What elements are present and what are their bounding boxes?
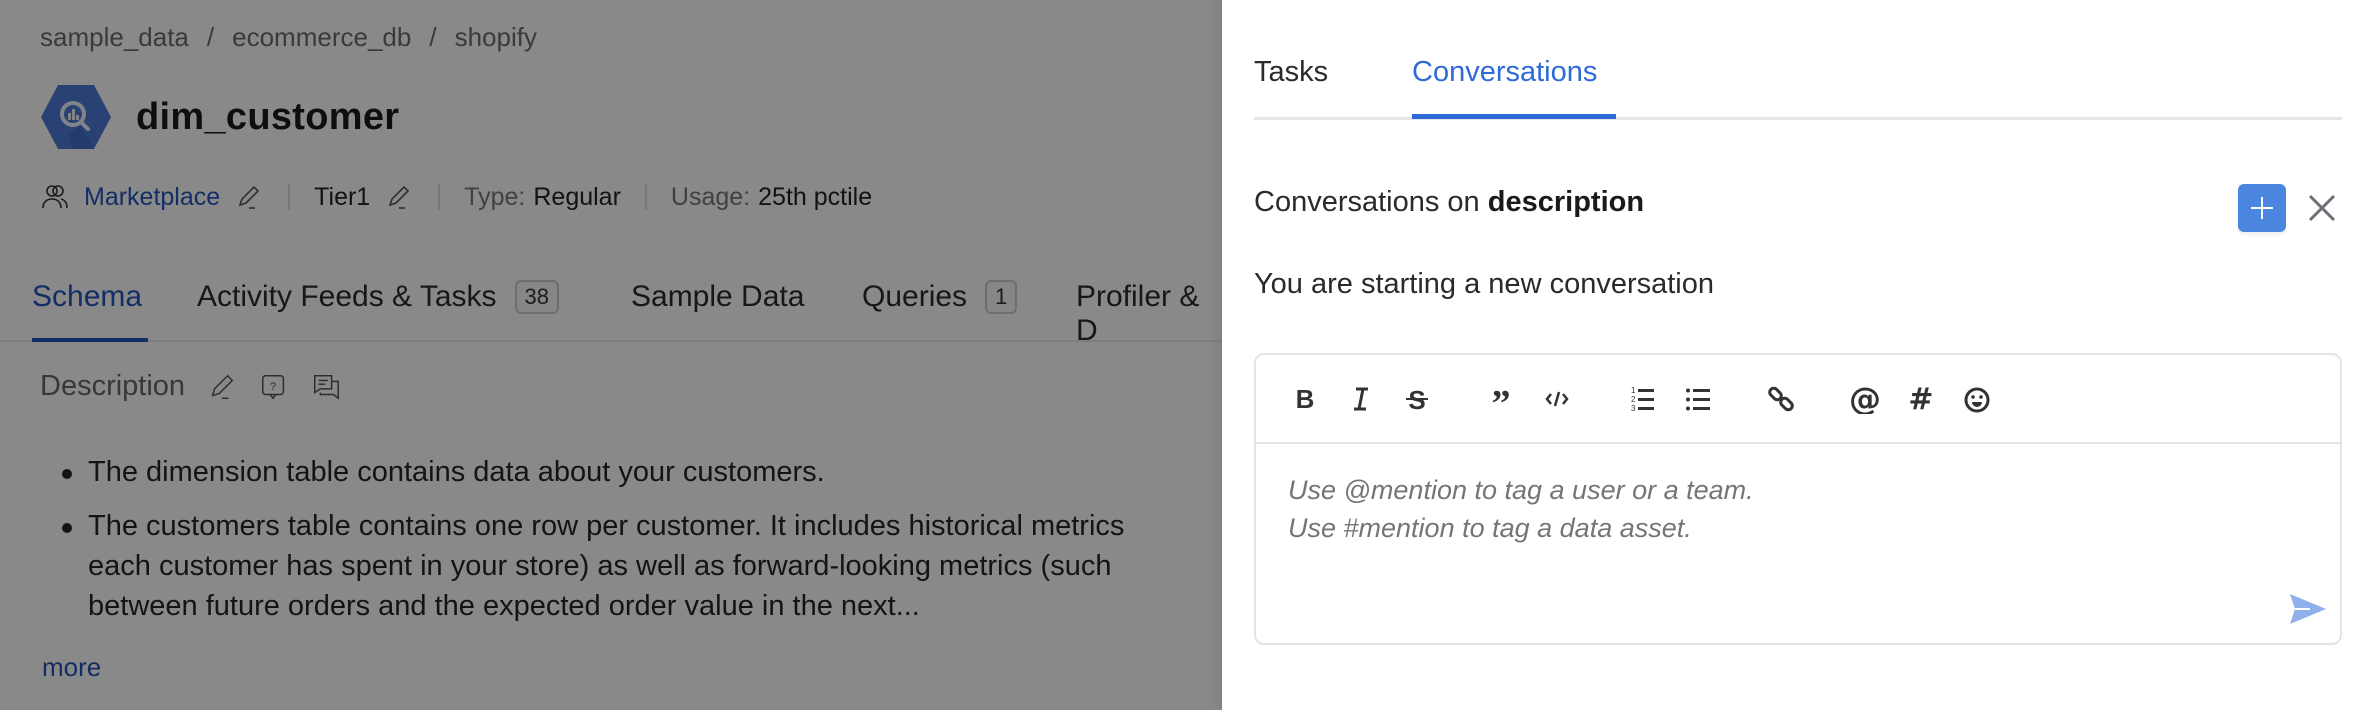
code-button[interactable] — [1538, 380, 1576, 418]
mention-asset-button[interactable]: # — [1902, 380, 1940, 418]
new-conversation-text: You are starting a new conversation — [1254, 268, 1714, 300]
active-tab-indicator — [1412, 114, 1616, 119]
link-icon — [1768, 386, 1794, 411]
svg-text:2: 2 — [1631, 395, 1636, 404]
plus-icon — [2251, 197, 2273, 219]
drawer-tabs: Tasks Conversations — [1254, 0, 2342, 120]
conversation-drawer: Tasks Conversations Conversations on des… — [1222, 0, 2366, 710]
editor-toolbar: B S ” 123 @ # — [1256, 355, 2340, 444]
conversation-field: description — [1487, 186, 1645, 218]
strikethrough-button[interactable]: S — [1398, 380, 1436, 418]
bold-icon: B — [1296, 384, 1315, 414]
close-drawer-button[interactable] — [2302, 188, 2342, 228]
conversation-heading: Conversations on description — [1254, 186, 1645, 218]
hashtag-icon: # — [1908, 384, 1933, 414]
add-conversation-button[interactable] — [2238, 184, 2286, 232]
emoji-icon — [1964, 387, 1990, 412]
link-button[interactable] — [1762, 380, 1800, 418]
code-icon — [1545, 391, 1569, 406]
italic-button[interactable] — [1342, 380, 1380, 418]
conversation-actions — [2238, 184, 2342, 232]
drawer-mask[interactable] — [0, 0, 1222, 710]
tab-conversations[interactable]: Conversations — [1412, 56, 1597, 89]
close-icon — [2308, 194, 2336, 222]
svg-text:B: B — [1296, 384, 1315, 414]
bullet-list-icon — [1686, 388, 1710, 410]
svg-text:#: # — [1908, 384, 1933, 414]
send-icon — [2290, 594, 2326, 624]
quote-icon: ” — [1492, 384, 1511, 414]
ordered-list-button[interactable]: 123 — [1622, 380, 1660, 418]
mention-user-button[interactable]: @ — [1846, 380, 1884, 418]
bullet-list-button[interactable] — [1678, 380, 1716, 418]
italic-icon — [1354, 387, 1368, 410]
svg-text:”: ” — [1492, 384, 1511, 414]
ordered-list-icon: 123 — [1631, 386, 1654, 413]
message-input[interactable] — [1288, 471, 2288, 547]
blockquote-button[interactable]: ” — [1482, 380, 1520, 418]
message-editor: B S ” 123 @ # Use @mention to tag a user… — [1254, 353, 2342, 645]
tab-tasks[interactable]: Tasks — [1254, 56, 1328, 89]
emoji-button[interactable] — [1958, 380, 1996, 418]
strikethrough-icon: S — [1406, 385, 1428, 414]
svg-text:1: 1 — [1631, 386, 1636, 395]
svg-text:3: 3 — [1631, 404, 1636, 413]
send-button[interactable] — [2284, 589, 2330, 629]
bold-button[interactable]: B — [1286, 380, 1324, 418]
svg-text:@: @ — [1850, 384, 1880, 414]
at-sign-icon: @ — [1850, 384, 1880, 414]
